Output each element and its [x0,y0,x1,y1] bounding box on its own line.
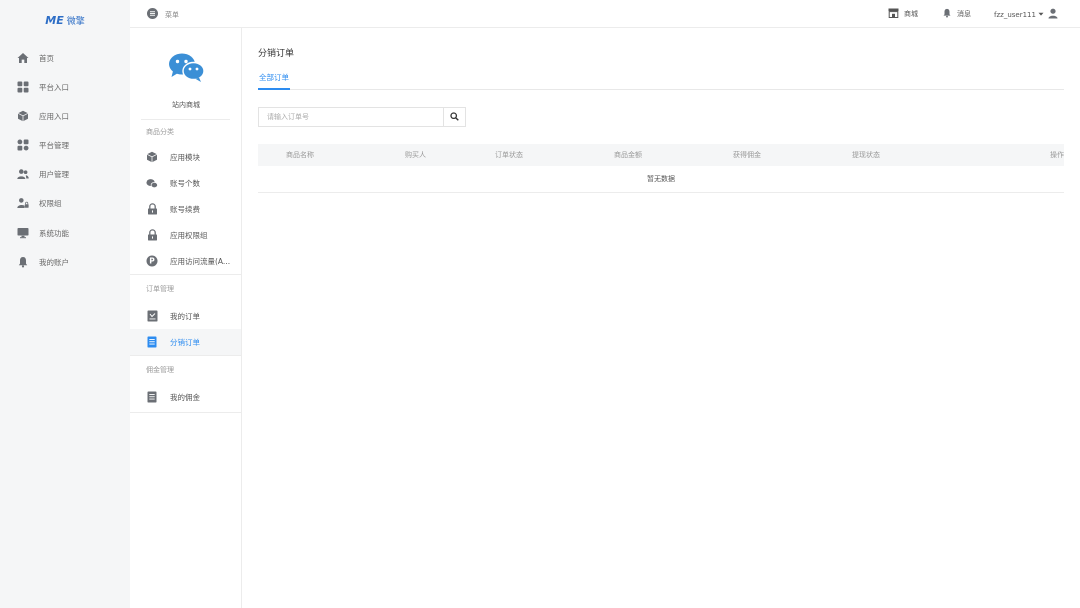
logo[interactable]: ME 微擎 [0,0,130,40]
product-label: 应用访问流量(A... [170,256,231,266]
table-header: 商品名称 购买人 订单状态 商品金额 获得佣金 提现状态 操作 [258,144,1064,166]
tab-bar: 全部订单 [258,70,1064,90]
product-label: 账号个数 [170,178,200,188]
nav-label: 首页 [39,53,54,63]
section-title-commission: 佣金管理 [146,366,174,374]
top-bar: 菜单 商城 消息 fzz_user111 [130,0,1080,28]
search-button[interactable] [443,108,465,126]
nav-item-permission-group[interactable]: 权限组 [0,193,130,213]
store-label: 商城 [904,10,918,18]
logo-mark: ME [45,13,64,27]
nav-item-my-account[interactable]: 我的账户 [0,252,130,272]
product-item-account-renewal[interactable]: 账号续费 [130,196,241,222]
messages-label: 消息 [957,10,971,18]
cube-icon [146,151,158,163]
doc-icon [146,336,158,348]
product-item-app-traffic[interactable]: P 应用访问流量(A... [130,248,241,274]
grid-icon [17,139,29,151]
nav-label: 平台管理 [39,140,69,150]
product-item-account-count[interactable]: 账号个数 [130,170,241,196]
column-header: 获得佣金 [733,151,761,159]
column-header: 商品名称 [286,151,314,159]
cube-icon [17,110,29,122]
order-label: 分销订单 [170,337,200,347]
grid-icon [17,81,29,93]
bell-icon [942,8,952,20]
product-label: 应用模块 [170,152,200,162]
nav-label: 系统功能 [39,228,69,238]
home-icon [17,52,29,64]
nav-item-platform-entry[interactable]: 平台入口 [0,77,130,97]
order-label: 我的订单 [170,311,200,321]
search-box [258,107,466,127]
user-menu[interactable]: fzz_user111 [994,8,1058,21]
order-icon [146,310,158,322]
wechat-logo-icon [167,51,207,85]
menu-label: 菜单 [165,10,179,19]
nav-label: 平台入口 [39,82,69,92]
commission-item-my-commission[interactable]: 我的佣金 [130,384,241,410]
order-item-distribution-orders[interactable]: 分销订单 [130,329,241,355]
doc-icon [146,391,158,403]
nav-item-system[interactable]: 系统功能 [0,223,130,243]
chat-icon [146,177,158,189]
nav-item-app-entry[interactable]: 应用入口 [0,106,130,126]
nav-label: 用户管理 [39,169,69,179]
product-item-app-permission[interactable]: 应用权限组 [130,222,241,248]
section-title-products: 商品分类 [146,128,174,136]
menu-icon [147,8,158,21]
svg-text:P: P [149,257,155,266]
nav-label: 我的账户 [39,257,69,267]
column-header: 购买人 [405,151,426,159]
empty-state: 暂无数据 [258,166,1064,193]
nav-item-user-manage[interactable]: 用户管理 [0,164,130,184]
user-avatar-icon [1048,8,1058,21]
lock-icon [146,203,158,215]
lock-icon [146,229,158,241]
store-header: 站内商城 [141,28,230,120]
column-header: 商品金额 [614,151,642,159]
username: fzz_user111 [994,10,1036,19]
nav-item-home[interactable]: 首页 [0,48,130,68]
order-number-search-input[interactable] [259,108,443,126]
caret-down-icon [1038,11,1044,19]
search-icon [450,111,459,123]
page-title: 分销订单 [258,49,295,59]
menu-toggle[interactable]: 菜单 [147,8,179,21]
messages-link[interactable]: 消息 [942,8,971,20]
bell-icon [17,256,29,268]
column-header: 订单状态 [495,151,523,159]
nav-label: 应用入口 [39,111,69,121]
logo-text: 微擎 [66,16,85,27]
main-sidebar: ME 微擎 首页 平台入口 应用入口 平台管理 用户管理 权限组 系统功能 我的… [0,0,130,608]
nav-label: 权限组 [39,198,62,208]
orders-table: 商品名称 购买人 订单状态 商品金额 获得佣金 提现状态 操作 暂无数据 [258,144,1064,193]
column-header: 提现状态 [852,151,880,159]
store-sidebar: 站内商城 商品分类 应用模块 账号个数 账号续费 应用权限组 P 应用访问流量(… [130,28,242,608]
users-icon [17,168,29,180]
user-lock-icon [17,197,29,209]
section-title-orders: 订单管理 [146,285,174,293]
order-item-my-orders[interactable]: 我的订单 [130,303,241,329]
divider [130,412,241,413]
store-name: 站内商城 [172,101,200,109]
nav-item-platform-manage[interactable]: 平台管理 [0,135,130,155]
store-link[interactable]: 商城 [888,8,918,20]
product-label: 应用权限组 [170,230,208,240]
monitor-icon [17,227,29,239]
coin-icon: P [146,255,158,267]
tab-all-orders[interactable]: 全部订单 [258,70,290,90]
commission-label: 我的佣金 [170,392,200,402]
product-label: 账号续费 [170,204,200,214]
product-item-app-module[interactable]: 应用模块 [130,144,241,170]
column-header: 操作 [1050,151,1064,159]
store-icon [888,8,899,20]
